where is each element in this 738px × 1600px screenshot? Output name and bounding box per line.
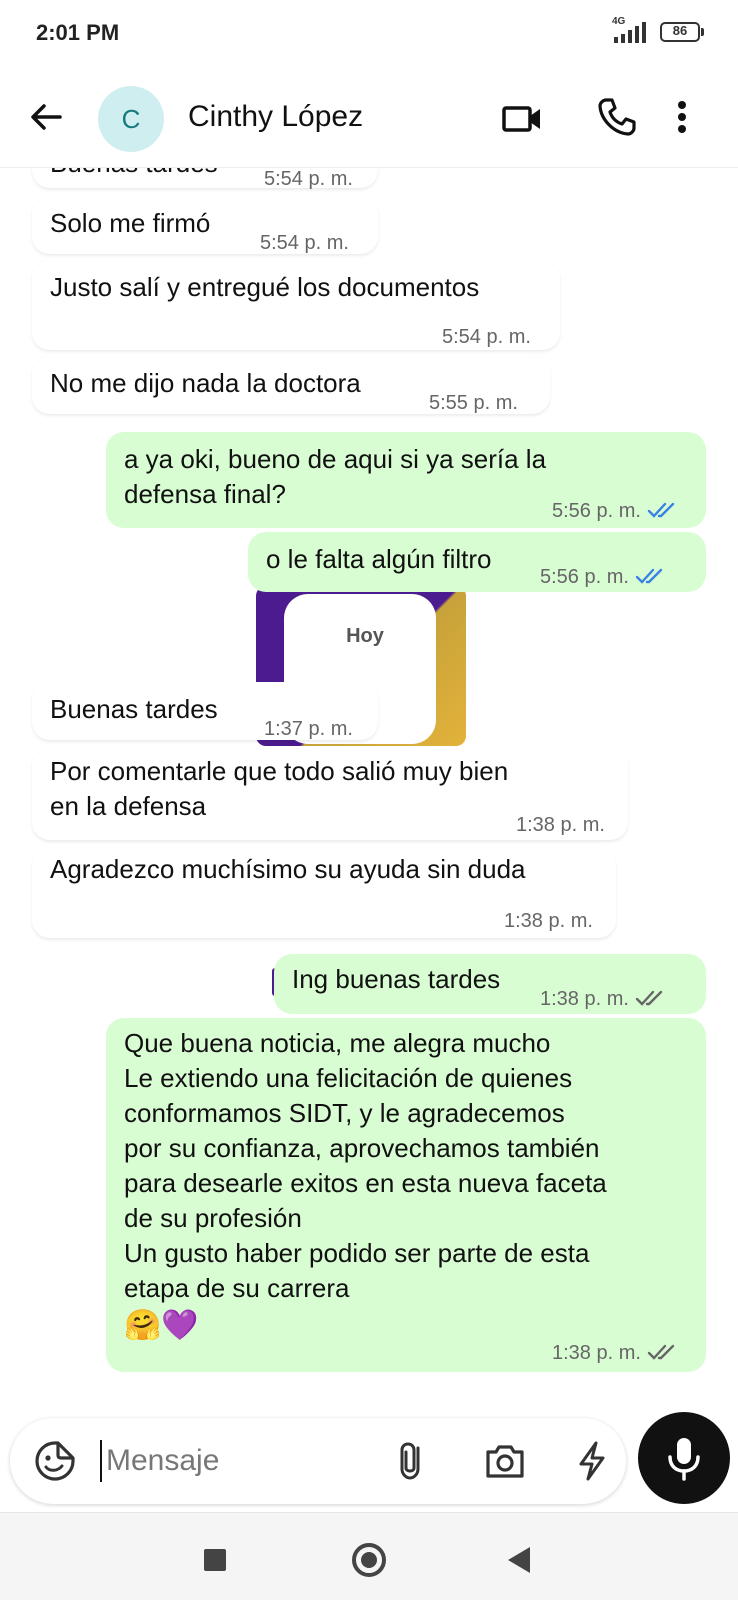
message-bubble[interactable]: Buenas tardes 1:37 p. m. [32,682,378,740]
message-bubble[interactable]: Agradezco muchísimo su ayuda sin duda 1:… [32,848,616,938]
chat-screen: 2:01 PM 4G 86 C Cinthy López 5:54 p. m. … [0,0,738,1600]
status-time: 2:01 PM [36,20,120,45]
status-bar: 2:01 PM 4G 86 [0,0,738,64]
composer-bar [10,1418,626,1504]
delivered-receipt-icon [647,1344,675,1360]
message-text: Justo salí y entregué los documentos [50,272,480,302]
message-time: 5:54 p. m. [442,326,531,348]
back-icon[interactable] [508,1547,530,1573]
message-list[interactable]: Buenas tardes 5:54 p. m. Solo me firmó 5… [0,168,738,1410]
message-text: a ya oki, bueno de aqui si ya sería la d… [124,444,547,509]
date-divider: Hoy [310,616,420,656]
message-time: 5:55 p. m. [429,392,518,414]
message-bubble[interactable]: No me dijo nada la doctora 5:55 p. m. [32,356,550,414]
message-time: 5:54 p. m. [264,168,353,190]
message-bubble[interactable]: Ing buenas tardes 1:38 p. m. [274,954,706,1014]
quick-action-icon[interactable] [570,1438,614,1484]
battery-level: 86 [672,23,688,38]
message-time: 1:38 p. m. [516,814,605,836]
message-time-text: 1:38 p. m. [552,1342,641,1364]
phone-icon[interactable] [594,94,640,140]
message-time-text: 5:56 p. m. [540,566,629,588]
message-text: Buenas tardes [50,168,218,181]
more-vert-icon[interactable] [676,94,716,140]
message-time: 1:38 p. m. [504,910,593,932]
message-time: 1:37 p. m. [264,718,353,740]
message-time: 5:56 p. m. [540,560,667,595]
message-bubble[interactable]: Por comentarle que todo salió muy bien e… [32,748,628,840]
avatar[interactable]: C [98,86,164,152]
camera-icon[interactable] [482,1438,528,1484]
message-bubble[interactable]: Buenas tardes 5:54 p. m. [32,168,378,190]
message-time: 5:56 p. m. [552,494,679,529]
back-arrow-icon[interactable] [24,94,70,140]
home-icon[interactable] [352,1543,386,1577]
message-text: No me dijo nada la doctora [50,368,361,398]
message-time: 5:54 p. m. [260,232,349,254]
message-text: Que buena noticia, me alegra mucho Le ex… [124,1028,607,1303]
read-receipt-icon [647,502,675,518]
signal-icon [612,22,648,44]
contact-name[interactable]: Cinthy López [188,100,363,134]
attach-icon[interactable] [390,1438,434,1484]
mic-button[interactable] [638,1412,730,1504]
message-bubble[interactable]: a ya oki, bueno de aqui si ya sería la d… [106,432,706,528]
message-text: Agradezco muchísimo su ayuda sin duda [50,854,526,884]
message-text: Buenas tardes [50,694,218,724]
chat-header: C Cinthy López [0,72,738,168]
video-call-icon[interactable] [500,96,546,142]
message-time-text: 1:38 p. m. [540,988,629,1010]
message-bubble[interactable]: Justo salí y entregué los documentos 5:5… [32,260,560,350]
message-text: Ing buenas tardes [292,964,501,994]
delivered-receipt-icon [635,990,663,1006]
battery-icon: 86 [660,22,704,42]
sticker-icon[interactable] [32,1438,78,1484]
message-bubble[interactable]: o le falta algún filtro 5:56 p. m. [248,532,706,592]
message-bubble[interactable]: Que buena noticia, me alegra mucho Le ex… [106,1018,706,1372]
message-time: 1:38 p. m. [552,1336,679,1371]
message-time-text: 5:56 p. m. [552,500,641,522]
read-receipt-icon [635,568,663,584]
message-text: Solo me firmó [50,208,211,238]
message-input[interactable] [100,1440,370,1482]
recent-apps-icon[interactable] [204,1549,226,1571]
message-time: 1:38 p. m. [540,982,667,1017]
mic-icon [668,1438,700,1481]
message-text: Por comentarle que todo salió muy bien e… [50,756,509,821]
message-text: o le falta algún filtro [266,544,492,574]
message-emoji: 🤗💜 [124,1309,199,1342]
system-nav-bar [0,1512,738,1600]
message-bubble[interactable]: Solo me firmó 5:54 p. m. [32,196,378,254]
